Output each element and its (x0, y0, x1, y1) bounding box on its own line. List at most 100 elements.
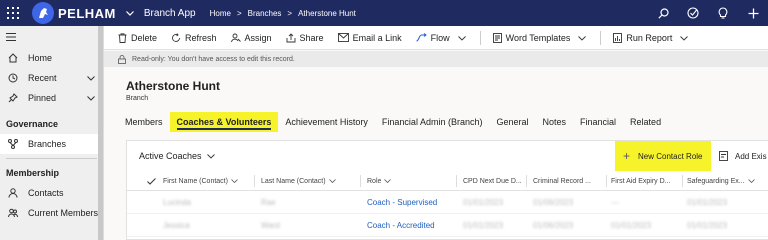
task-icon[interactable] (678, 7, 708, 19)
chevron-down-icon (328, 179, 336, 183)
column-header-first-aid-expiry[interactable]: First Aid Expiry D... (611, 171, 683, 191)
chevron-down-icon (206, 151, 215, 161)
app-launcher-icon[interactable] (0, 0, 26, 26)
view-name: Active Coaches (139, 151, 202, 161)
refresh-button[interactable]: Refresh (171, 33, 217, 43)
tab-members[interactable]: Members (118, 112, 170, 132)
column-label: First Aid Expiry D... (611, 177, 671, 185)
cell-first-name: Jessica (163, 221, 190, 230)
left-navigation: Home Recent Pinned Governance Branches M… (0, 26, 104, 240)
plus-icon[interactable] (738, 8, 768, 19)
subgrid-header: Active Coaches + New Contact Role Add Ex… (127, 141, 768, 171)
sidebar-item-contacts[interactable]: Contacts (0, 183, 103, 203)
sidebar-item-branches[interactable]: Branches (0, 134, 103, 154)
select-all-checkmark-icon[interactable] (147, 171, 161, 191)
column-label: Role (367, 177, 382, 185)
share-button[interactable]: Share (286, 33, 324, 43)
column-header-role[interactable]: Role (367, 171, 457, 191)
column-divider (254, 175, 255, 187)
run-report-button[interactable]: Run Report (613, 32, 689, 43)
tab-general[interactable]: General (489, 112, 535, 132)
column-header-last-name[interactable]: Last Name (Contact) (261, 171, 361, 191)
column-label: Safeguarding Ex... (687, 177, 745, 185)
chevron-down-icon[interactable] (457, 33, 466, 43)
add-existing-button[interactable]: Add Exis (719, 141, 767, 171)
report-icon (613, 32, 623, 43)
tab-achievement-history[interactable]: Achievement History (278, 112, 375, 132)
cell-first-aid-expiry: 01/01/2023 (611, 221, 652, 230)
refresh-label: Refresh (185, 32, 217, 43)
lightbulb-icon[interactable] (708, 7, 738, 19)
command-bar: Delete Refresh Assign Share Email a Link… (104, 26, 768, 50)
tab-financial[interactable]: Financial (573, 112, 623, 132)
lock-icon (118, 54, 126, 64)
search-icon[interactable] (648, 7, 678, 19)
tab-coaches-volunteers[interactable]: Coaches & Volunteers (169, 112, 279, 132)
word-templates-button[interactable]: Word Templates (492, 33, 587, 43)
sidebar-item-current-members[interactable]: Current Members (0, 203, 103, 223)
sidebar-item-pinned[interactable]: Pinned (0, 88, 103, 108)
app-name[interactable]: Branch App (144, 8, 196, 19)
column-label: Criminal Record ... (533, 177, 591, 185)
sidebar-item-home[interactable]: Home (0, 48, 103, 68)
record-tabs: Members Coaches & Volunteers Achievement… (118, 112, 668, 132)
breadcrumb-home[interactable]: Home (210, 9, 231, 18)
breadcrumb-current: Atherstone Hunt (298, 8, 356, 18)
sidebar-item-label: Current Members (28, 208, 99, 218)
column-header-safeguarding-expiry[interactable]: Safeguarding Ex... (687, 171, 768, 191)
sidebar-item-recent[interactable]: Recent (0, 68, 103, 88)
cell-role-link[interactable]: Coach - Accredited (367, 214, 435, 237)
assign-button[interactable]: Assign (230, 33, 272, 43)
flow-button[interactable]: Flow (415, 32, 466, 43)
chevron-down-icon[interactable] (578, 33, 587, 43)
cell-role-link[interactable]: Coach - Supervised (367, 191, 437, 214)
cell-safeguarding-expiry: 01/01/2023 (687, 221, 728, 230)
person-icon (6, 188, 20, 198)
run-report-label: Run Report (626, 32, 673, 43)
column-header-criminal-record[interactable]: Criminal Record ... (533, 171, 607, 191)
email-link-button[interactable]: Email a Link (337, 32, 402, 43)
refresh-icon (171, 32, 181, 43)
brand-logo[interactable]: PELHAM (32, 2, 116, 24)
breadcrumb-separator: > (287, 8, 293, 18)
brand-name: PELHAM (58, 5, 116, 21)
column-divider (682, 175, 683, 187)
column-header-cpd-next-due[interactable]: CPD Next Due D... (463, 171, 527, 191)
new-contact-role-button[interactable]: + New Contact Role (615, 141, 711, 171)
delete-label: Delete (131, 32, 158, 43)
plus-icon: + (623, 149, 631, 163)
hamburger-menu-icon[interactable] (0, 26, 103, 48)
column-label: First Name (Contact) (163, 177, 228, 185)
chevron-down-icon[interactable] (87, 93, 95, 103)
email-link-label: Email a Link (352, 32, 402, 43)
column-label: Last Name (Contact) (261, 177, 326, 185)
table-row[interactable]: Jessica Ward Coach - Accredited 01/01/20… (127, 214, 768, 237)
sidebar-item-label: Recent (28, 73, 57, 83)
tab-financial-admin-branch[interactable]: Financial Admin (Branch) (375, 112, 490, 132)
cell-criminal-record: 01/06/2023 (533, 198, 574, 207)
chevron-down-icon[interactable] (125, 8, 134, 18)
home-icon (6, 53, 20, 63)
delete-button[interactable]: Delete (118, 33, 157, 43)
top-nav-bar: PELHAM Branch App Home > Branches > Athe… (0, 0, 768, 26)
view-selector[interactable]: Active Coaches (139, 151, 215, 161)
clock-icon (6, 73, 20, 83)
new-contact-role-label: New Contact Role (638, 151, 703, 161)
share-label: Share (299, 32, 324, 43)
chevron-down-icon[interactable] (680, 33, 689, 43)
breadcrumb-branches[interactable]: Branches (248, 9, 282, 18)
cell-last-name: Ward (261, 221, 280, 230)
tab-notes[interactable]: Notes (536, 112, 574, 132)
chevron-down-icon (747, 179, 755, 183)
share-icon (286, 32, 296, 43)
column-header-first-name[interactable]: First Name (Contact) (163, 171, 255, 191)
tab-related[interactable]: Related (623, 112, 668, 132)
coaches-subgrid: Active Coaches + New Contact Role Add Ex… (126, 140, 768, 240)
sidebar-scrollbar[interactable] (98, 26, 103, 240)
cell-cpd-next-due: 01/01/2023 (463, 198, 504, 207)
table-row[interactable]: Lucinda Rae Coach - Supervised 01/01/202… (127, 191, 768, 214)
section-governance: Governance (6, 119, 59, 129)
chevron-down-icon[interactable] (87, 73, 95, 83)
cell-safeguarding-expiry: 01/01/2023 (687, 198, 728, 207)
flow-label: Flow (430, 32, 450, 43)
